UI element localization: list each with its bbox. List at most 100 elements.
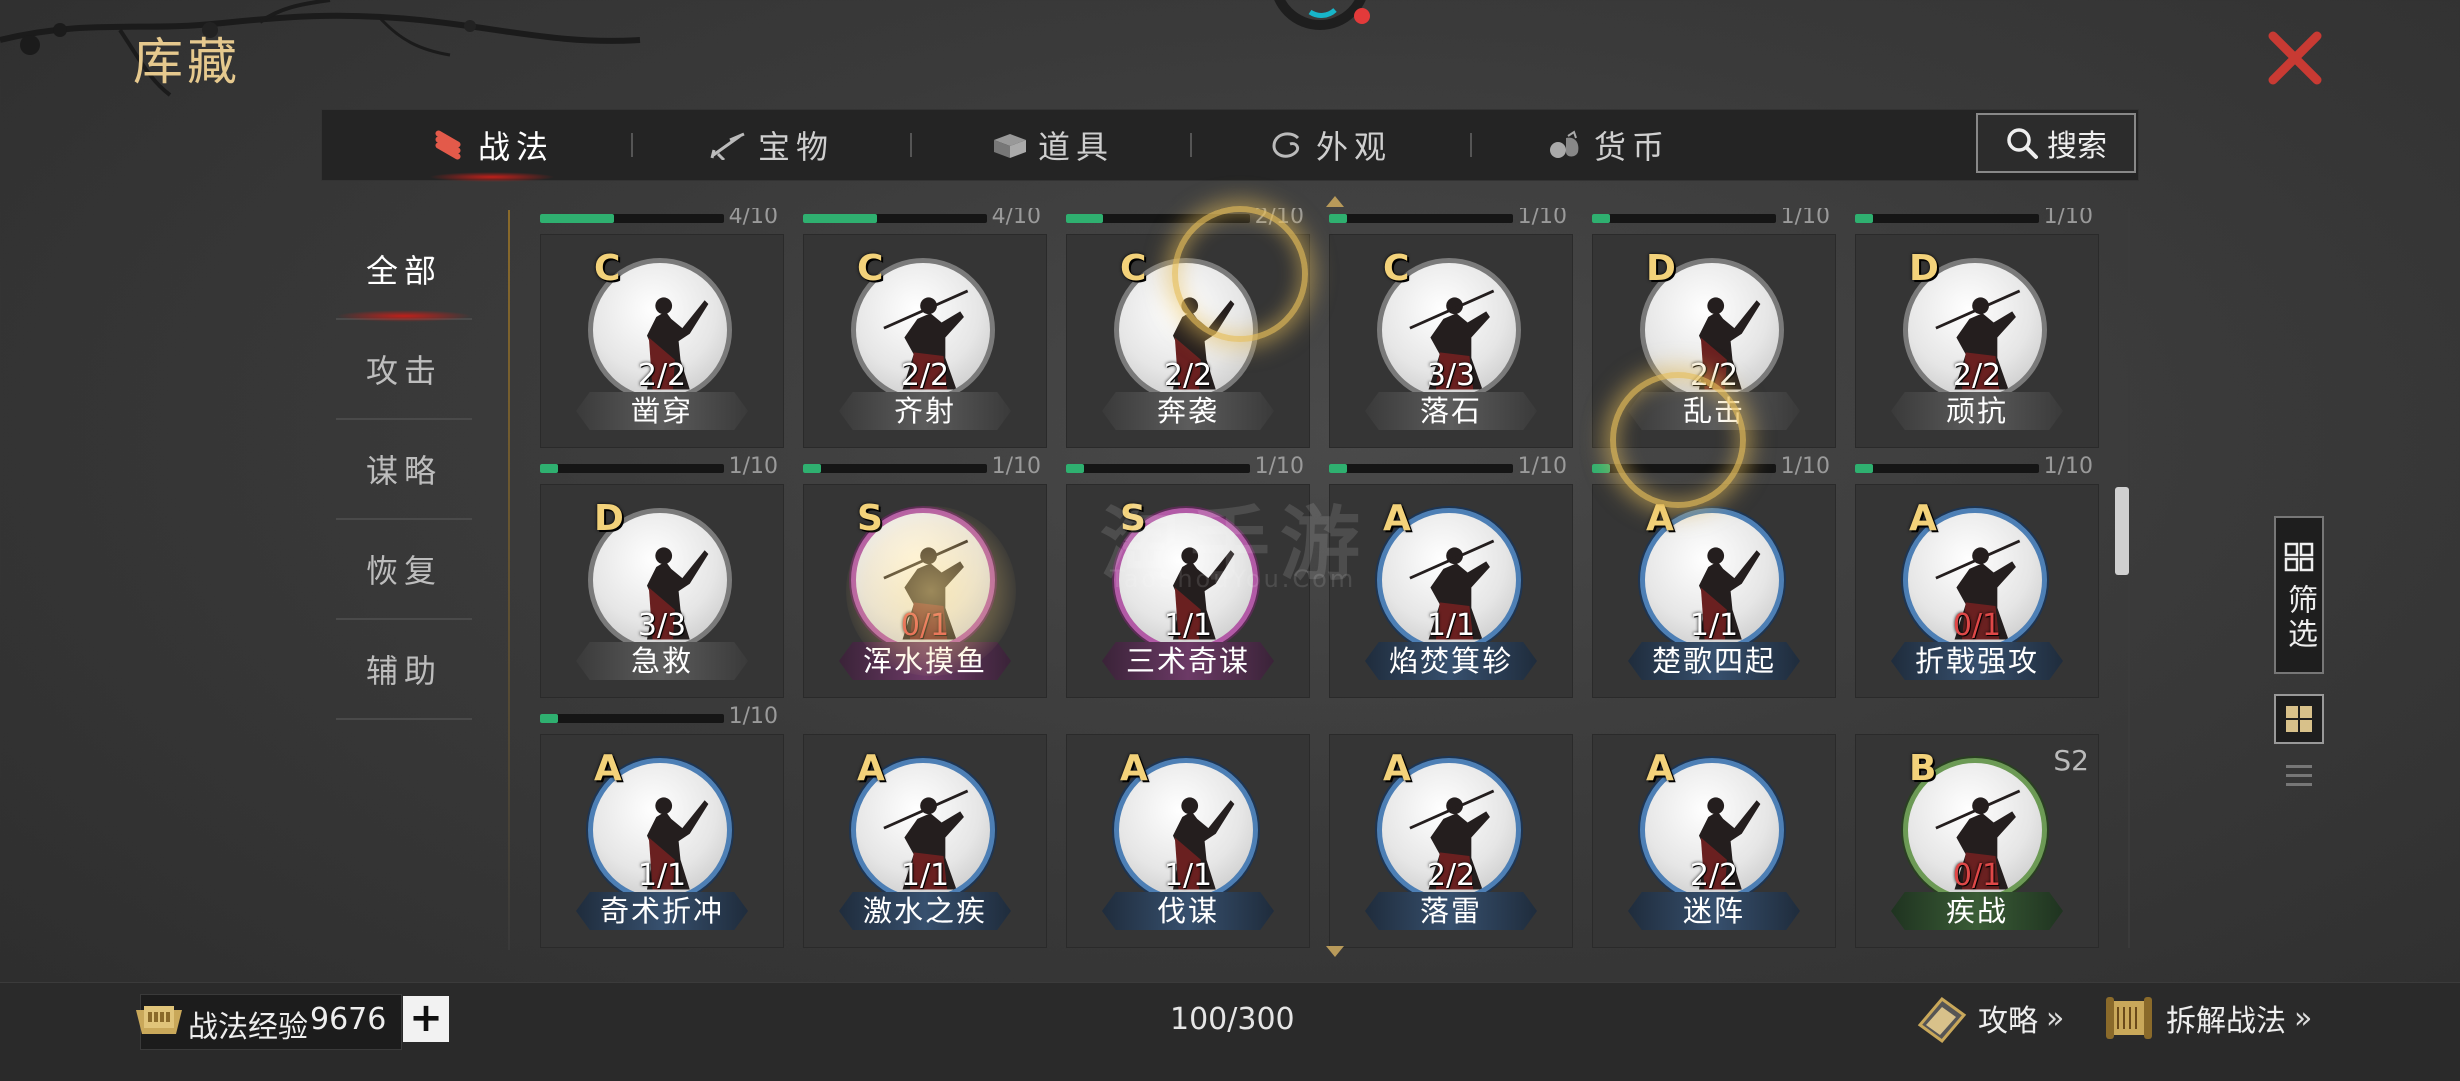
quantity: 0/1 xyxy=(1952,608,2002,643)
tactic-card[interactable]: 1/10 D 2/2 乱击 xyxy=(1592,208,1836,448)
grade-badge: C xyxy=(1383,248,1410,289)
filter-button[interactable]: 筛选 xyxy=(2274,516,2324,674)
progress-count: 4/10 xyxy=(991,208,1041,229)
tactic-card[interactable]: 1/10 D 2/2 顽抗 xyxy=(1855,208,2099,448)
search-label: 搜索 xyxy=(2047,129,2107,164)
tactic-card[interactable]: 1/10 A 0/1 折戟强攻 xyxy=(1855,454,2099,698)
tab-label: 货币 xyxy=(1593,128,1670,166)
category-attack[interactable]: 攻击 xyxy=(336,320,472,420)
grade-badge: A xyxy=(1120,748,1148,789)
tactic-name: 楚歌四起 xyxy=(1628,642,1800,680)
progress-count: 1/10 xyxy=(991,454,1041,479)
page-title: 库藏 xyxy=(133,33,241,91)
capacity-count: 100/300 xyxy=(1170,1002,1295,1037)
tactic-card[interactable]: 1/10 A 1/1 奇术折冲 xyxy=(540,704,784,948)
fist-scroll-icon xyxy=(136,1006,182,1034)
category-label: 辅助 xyxy=(365,652,442,690)
tactic-card[interactable]: 2/10 C 2/2 奔袭 xyxy=(1066,208,1310,448)
strategy-link[interactable]: 攻略 » xyxy=(1912,988,2065,1048)
category-all[interactable]: 全部 xyxy=(336,220,472,322)
tactic-card[interactable]: 4/10 C 2/2 齐射 xyxy=(803,208,1047,448)
list-view-toggle[interactable] xyxy=(2276,752,2322,798)
disassemble-link[interactable]: 拆解战法 » xyxy=(2100,988,2313,1048)
progress-count: 1/10 xyxy=(1254,454,1304,479)
tab-divider xyxy=(1470,133,1472,157)
disassemble-label: 拆解战法 xyxy=(2166,1004,2286,1039)
tactic-name: 三术奇谋 xyxy=(1102,642,1274,680)
tactic-card[interactable]: A 1/1 激水之疾 xyxy=(803,708,1047,948)
progress-fill xyxy=(803,464,822,473)
progress-bar xyxy=(1592,214,1776,223)
scrollbar-track[interactable] xyxy=(2128,208,2130,948)
tactic-name: 疾战 xyxy=(1891,892,2063,930)
progress-fill xyxy=(1592,214,1611,223)
tactic-name: 激水之疾 xyxy=(839,892,1011,930)
search-button[interactable]: 搜索 xyxy=(1976,113,2136,173)
quantity: 2/2 xyxy=(1689,858,1739,893)
close-button[interactable] xyxy=(2265,28,2325,88)
progress-fill xyxy=(1592,464,1611,473)
progress-count: 1/10 xyxy=(1780,454,1830,479)
category-label: 谋略 xyxy=(365,452,442,490)
quantity: 1/1 xyxy=(1163,608,1213,643)
dial-decoration xyxy=(1274,0,1370,30)
tactic-name: 齐射 xyxy=(839,392,1011,430)
progress-fill xyxy=(540,714,559,723)
tactic-card[interactable]: 1/10 A 1/1 楚歌四起 xyxy=(1592,454,1836,698)
box-icon xyxy=(993,134,1026,158)
scroll-icon xyxy=(2106,997,2152,1039)
exp-value: 9676 xyxy=(310,1002,387,1037)
tab-items[interactable]: 道具 xyxy=(962,110,1142,180)
tactic-card[interactable]: A 2/2 落雷 xyxy=(1329,708,1573,948)
tactic-card[interactable]: 4/10 C 2/2 凿穿 xyxy=(540,208,784,448)
tab-divider xyxy=(631,133,633,157)
quantity: 3/3 xyxy=(637,608,687,643)
tactic-card[interactable]: 1/10 D 3/3 急救 xyxy=(540,454,784,698)
tactic-card[interactable]: 1/10 C 3/3 落石 xyxy=(1329,208,1573,448)
category-label: 全部 xyxy=(365,252,442,290)
tab-label: 外观 xyxy=(1315,128,1392,166)
scrollbar-thumb[interactable] xyxy=(2115,487,2129,575)
grade-badge: S xyxy=(857,498,883,539)
exp-label: 战法经验 xyxy=(188,1010,308,1045)
quantity: 0/1 xyxy=(900,608,950,643)
category-support[interactable]: 辅助 xyxy=(336,620,472,720)
category-strategy[interactable]: 谋略 xyxy=(336,420,472,520)
tactic-card[interactable]: B S2 0/1 疾战 xyxy=(1855,708,2099,948)
tactic-card[interactable]: A 2/2 迷阵 xyxy=(1592,708,1836,948)
grade-badge: C xyxy=(594,248,621,289)
tab-currency[interactable]: 货币 xyxy=(1518,110,1698,180)
progress-fill xyxy=(1855,214,1874,223)
season-tag: S2 xyxy=(2053,744,2089,777)
progress-count: 4/10 xyxy=(728,208,778,229)
scroll-bundle-icon xyxy=(435,130,461,160)
tab-appearance[interactable]: 外观 xyxy=(1240,110,1420,180)
grade-badge: D xyxy=(1909,248,1939,289)
category-divider xyxy=(508,210,510,950)
quantity: 2/2 xyxy=(1426,858,1476,893)
quantity: 2/2 xyxy=(1163,358,1213,393)
quantity: 2/2 xyxy=(900,358,950,393)
scroll-down-icon[interactable] xyxy=(1326,946,1344,957)
tab-bar: 战法 宝物 道具 外观 货币 xyxy=(321,109,2139,182)
progress-fill xyxy=(803,214,877,223)
category-recovery[interactable]: 恢复 xyxy=(336,520,472,620)
scroll-up-icon[interactable] xyxy=(1326,196,1344,207)
progress-fill xyxy=(1066,214,1103,223)
tactic-card[interactable]: A 1/1 伐谋 xyxy=(1066,708,1310,948)
category-label: 攻击 xyxy=(365,352,442,390)
chevron-double-icon: » xyxy=(2294,1000,2313,1036)
add-exp-button[interactable]: + xyxy=(403,996,449,1042)
quantity: 1/1 xyxy=(1689,608,1739,643)
progress-fill xyxy=(1855,464,1874,473)
grid-view-icon xyxy=(2286,706,2312,732)
progress-bar xyxy=(540,464,724,473)
tab-tactics[interactable]: 战法 xyxy=(402,110,582,182)
tactic-card[interactable]: 1/10 S 0/1 浑水摸鱼 xyxy=(803,454,1047,698)
progress-count: 1/10 xyxy=(728,454,778,479)
grid-view-toggle[interactable] xyxy=(2274,694,2324,744)
watermark-url: TaoShouYou.Com xyxy=(1110,565,1357,593)
grade-badge: D xyxy=(594,498,624,539)
filter-grid-icon xyxy=(2284,542,2314,572)
tab-treasure[interactable]: 宝物 xyxy=(682,110,862,180)
